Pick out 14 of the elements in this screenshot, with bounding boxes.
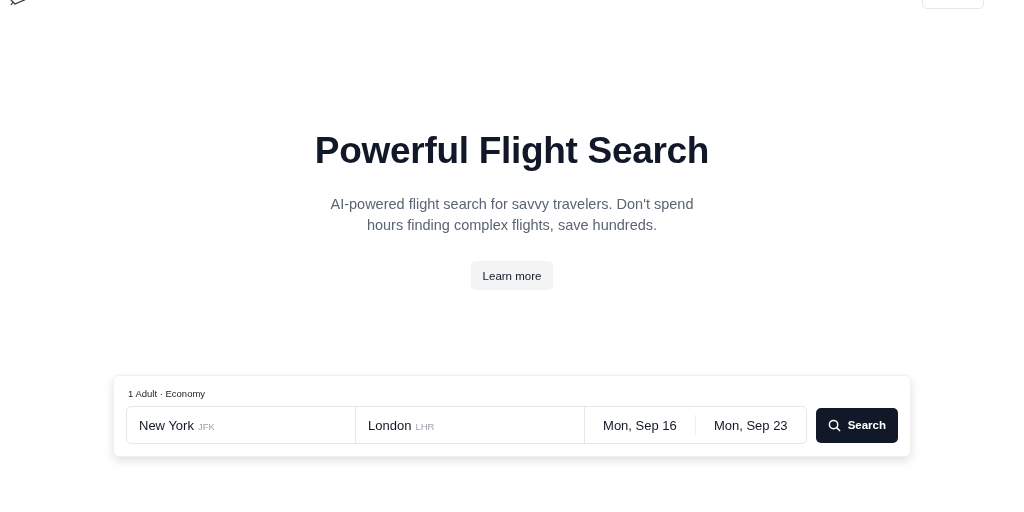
hero-subtitle: AI-powered flight search for savvy travelers. Don't spend hours finding complex flights, save hundreds. bbox=[329, 195, 695, 235]
city-name: New York bbox=[139, 417, 194, 433]
search-icon bbox=[827, 418, 841, 432]
hero-title: Powerful Flight Search bbox=[314, 130, 710, 172]
city-name: London bbox=[368, 417, 412, 433]
airport-code: JFK bbox=[197, 420, 215, 432]
date-field[interactable]: Mon, Sep 16 bbox=[585, 407, 695, 443]
airport-code: LHR bbox=[415, 420, 435, 432]
airport-field[interactable]: London LHR bbox=[356, 407, 585, 443]
airport-field[interactable]: New York JFK bbox=[127, 407, 356, 443]
passenger-selector[interactable]: 1 Adult · Economy bbox=[128, 388, 898, 399]
learn-more-button[interactable]: Learn more bbox=[470, 261, 554, 290]
date-field[interactable]: Mon, Sep 23 bbox=[694, 415, 806, 435]
search-button[interactable]: Search bbox=[815, 407, 898, 443]
